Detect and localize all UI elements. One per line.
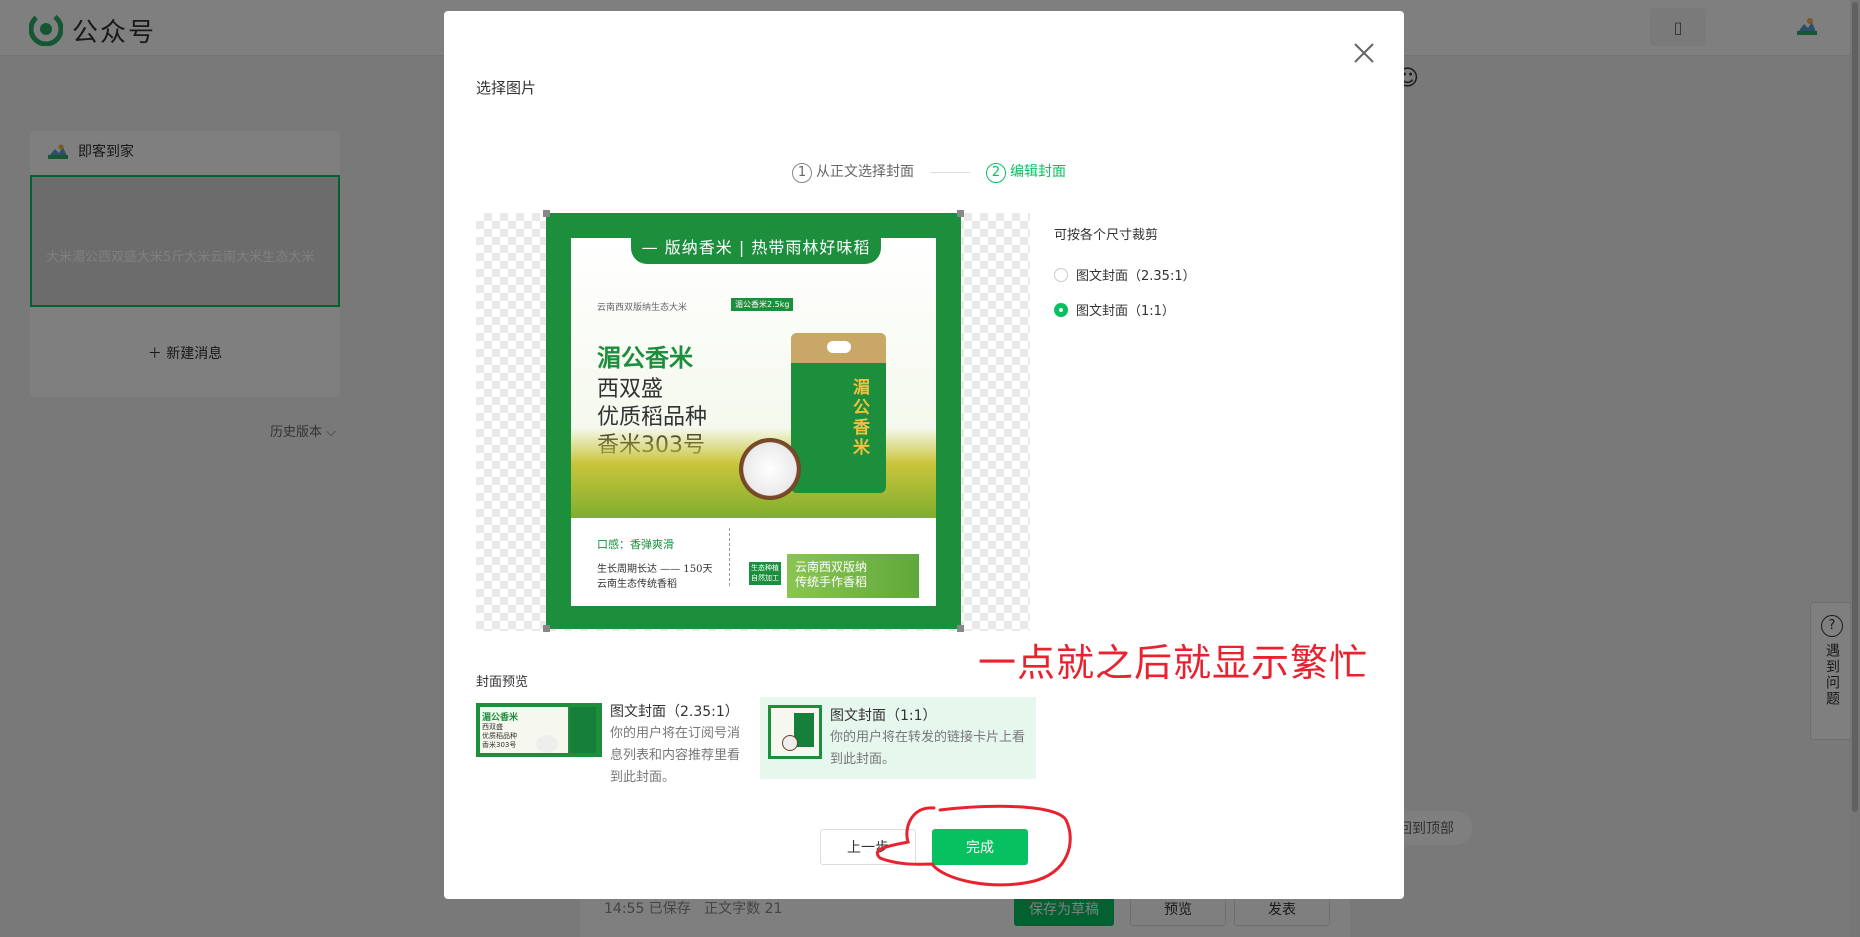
cover-image[interactable]: — 版纳香米 | 热带雨林好味稻 — 云南西双版纳生态大米 湄公香米2.5kg … xyxy=(543,210,964,632)
poster-badge: 生态种植自然加工 xyxy=(749,562,781,585)
poster-bottom: 口感：香弹爽滑 生长周期长达 —— 150天 云南生态传统香稻 生态种植自然加工… xyxy=(571,518,936,606)
preview-card-2-35[interactable]: 湄公香米 西双盛 优质稻品种 香米303号 图文封面（2.35:1） 你的用户将… xyxy=(476,697,740,785)
crop-handle-top-right[interactable] xyxy=(957,210,964,217)
bag-label: 湄公香米 xyxy=(853,378,870,458)
rice-bag-graphic: 湄公香米 xyxy=(791,333,886,493)
crop-handle-bottom-left[interactable] xyxy=(543,625,550,632)
poster-brand: 湄公香米 xyxy=(597,344,693,372)
rice-bowl-graphic xyxy=(739,438,801,500)
poster-taste: 口感：香弹爽滑 xyxy=(597,538,674,551)
preview-description: 你的用户将在订阅号消息列表和内容推荐里看到此封面。 xyxy=(610,726,741,785)
crop-option-2-35[interactable]: 图文封面（2.35:1） xyxy=(1054,265,1196,284)
crop-handle-bottom-right[interactable] xyxy=(957,625,964,632)
poster-cycle: 生长周期长达 —— 150天 云南生态传统香稻 xyxy=(597,564,713,590)
poster-tag: 湄公香米2.5kg xyxy=(731,298,794,311)
step-1: 1 从正文选择封面 xyxy=(792,161,914,183)
preview-thumbnail-square xyxy=(768,705,822,759)
poster-banner: — 版纳香米 | 热带雨林好味稻 — xyxy=(631,238,881,293)
radio-checked-icon[interactable] xyxy=(1054,302,1068,317)
annotation-text: 一点就之后就显示繁忙 xyxy=(978,641,1369,685)
poster-subtitle: 云南西双版纳生态大米 xyxy=(597,303,688,313)
step-2: 2 编辑封面 xyxy=(986,161,1066,183)
preview-title: 图文封面（1:1） xyxy=(830,708,937,724)
close-icon[interactable] xyxy=(1352,41,1376,65)
preview-description: 你的用户将在转发的链接卡片上看到此封面。 xyxy=(830,730,1026,767)
crop-options-title: 可按各个尺寸裁剪 xyxy=(1054,228,1159,243)
select-image-dialog: 选择图片 1 从正文选择封面 2 编辑封面 — 版纳香米 | 热带雨林好味稻 — 云… xyxy=(444,11,1404,899)
crop-area[interactable]: — 版纳香米 | 热带雨林好味稻 — 云南西双版纳生态大米 湄公香米2.5kg … xyxy=(476,210,1030,632)
poster: — 版纳香米 | 热带雨林好味稻 — 云南西双版纳生态大米 湄公香米2.5kg … xyxy=(571,238,936,606)
preview-title: 图文封面（2.35:1） xyxy=(610,704,739,720)
step-indicator: 1 从正文选择封面 2 编辑封面 xyxy=(792,161,1066,183)
poster-right-text: 云南西双版纳 传统手作香稻 xyxy=(787,554,919,598)
radio-unchecked-icon[interactable] xyxy=(1054,267,1068,282)
crop-handle-top-left[interactable] xyxy=(543,210,550,217)
cover-preview-title: 封面预览 xyxy=(476,675,529,690)
dialog-title: 选择图片 xyxy=(476,79,537,97)
preview-thumbnail-wide: 湄公香米 西双盛 优质稻品种 香米303号 xyxy=(476,703,602,757)
preview-card-1-1[interactable]: 图文封面（1:1） 你的用户将在转发的链接卡片上看到此封面。 xyxy=(760,697,1036,779)
crop-option-1-1[interactable]: 图文封面（1:1） xyxy=(1054,300,1175,319)
annotation-circle xyxy=(876,804,1072,887)
step-divider xyxy=(930,171,970,173)
